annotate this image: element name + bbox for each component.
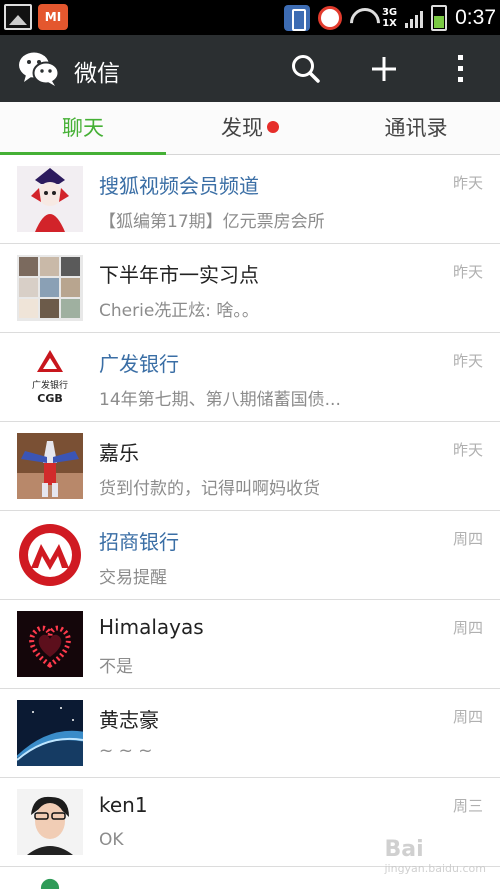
battery-charging-icon xyxy=(431,5,448,31)
app-header: 微信 xyxy=(0,35,500,102)
new-badge-dot xyxy=(267,121,279,133)
chat-name: 搜狐视频会员频道 xyxy=(99,174,259,198)
wifi-icon xyxy=(350,8,374,28)
tab-chats[interactable]: 聊天 xyxy=(0,102,166,156)
tab-contacts-label: 通讯录 xyxy=(384,116,448,140)
cgb-bank-logo: 广发银行 CGB xyxy=(17,344,83,410)
vibrate-mode-icon xyxy=(283,5,310,31)
group-avatar xyxy=(17,255,83,321)
network-3g-label: 3G xyxy=(381,7,398,18)
watermark-url: jingyan.baidu.com xyxy=(384,862,486,875)
chat-item-cgb-bank[interactable]: 广发银行 CGB 广发银行 14年第七期、第八期储蓄国债... 昨天 xyxy=(0,333,500,422)
chat-name: 下半年市一实习点 xyxy=(99,263,259,287)
chat-preview: 不是 xyxy=(99,657,133,677)
chat-preview: 货到付款的，记得叫啊妈收货 xyxy=(99,479,320,499)
cgb-logo-letters: CGB xyxy=(37,392,63,405)
avatar xyxy=(17,433,83,499)
avatar xyxy=(40,878,60,889)
tab-contacts[interactable]: 通讯录 xyxy=(333,102,499,155)
baidu-jingyan-watermark: Bai jingyan.baidu.com xyxy=(384,837,486,875)
plus-icon[interactable] xyxy=(364,49,404,89)
network-1x-label: 1X xyxy=(382,18,397,29)
chat-name: 招商银行 xyxy=(99,530,179,554)
app-title: 微信 xyxy=(74,61,120,87)
chat-name: 广发银行 xyxy=(99,352,179,376)
wechat-logo-icon xyxy=(19,52,60,86)
tab-chats-label: 聊天 xyxy=(62,116,104,140)
chat-name: 黄志豪 xyxy=(99,708,159,732)
chat-item-cmb-bank[interactable]: 招商银行 交易提醒 周四 xyxy=(0,511,500,600)
chat-item-jiale[interactable]: 嘉乐 货到付款的，记得叫啊妈收货 昨天 xyxy=(0,422,500,511)
chat-preview: 14年第七期、第八期储蓄国债... xyxy=(99,390,341,410)
network-type-indicator: 3G 1X xyxy=(382,7,397,29)
chat-preview: OK xyxy=(99,830,124,850)
search-icon[interactable] xyxy=(286,49,326,89)
chat-time: 周四 xyxy=(452,708,483,726)
chat-item-himalayas[interactable]: Himalayas 不是 周四 xyxy=(0,600,500,689)
chat-preview: Cherie冼正炫: 啥。。 xyxy=(99,301,259,321)
signal-strength-icon xyxy=(405,8,424,28)
status-bar: MI 3G 1X 0:37 xyxy=(0,0,500,35)
chat-name: Himalayas xyxy=(99,615,204,639)
chat-list: 搜狐视频会员频道 【狐编第17期】亿元票房会所 昨天 下半年市一实习点 Cher… xyxy=(0,155,500,889)
chat-item-group-internship[interactable]: 下半年市一实习点 Cherie冼正炫: 啥。。 昨天 xyxy=(0,244,500,333)
avatar xyxy=(17,700,83,766)
chat-time: 昨天 xyxy=(452,174,483,192)
chat-time: 昨天 xyxy=(452,263,483,281)
tab-discover-label: 发现 xyxy=(221,116,263,140)
main-tabs: 聊天 发现 通讯录 xyxy=(0,102,500,156)
cmb-bank-logo xyxy=(17,522,83,588)
chat-name: ken1 xyxy=(99,793,148,817)
chat-preview: 交易提醒 xyxy=(99,568,167,588)
chat-time: 周三 xyxy=(452,797,483,815)
chat-time: 昨天 xyxy=(452,352,483,370)
avatar xyxy=(17,611,83,677)
chat-item-huangzhihao[interactable]: 黄志豪 ~ ~ ~ 周四 xyxy=(0,689,500,778)
chat-item-sohu-video[interactable]: 搜狐视频会员频道 【狐编第17期】亿元票房会所 昨天 xyxy=(0,155,500,244)
alarm-clock-icon xyxy=(317,6,342,30)
chat-time: 昨天 xyxy=(452,441,483,459)
chat-time: 周四 xyxy=(452,530,483,548)
status-time: 0:37 xyxy=(455,6,496,29)
chat-preview: ~ ~ ~ xyxy=(99,741,153,761)
avatar xyxy=(17,789,83,855)
chat-time: 周四 xyxy=(452,619,483,637)
avatar xyxy=(17,166,83,232)
mi-notification-icon: MI xyxy=(38,4,68,30)
chat-name: 嘉乐 xyxy=(99,441,139,465)
more-vertical-icon[interactable] xyxy=(441,49,481,89)
watermark-text: Bai xyxy=(384,837,424,862)
tab-discover[interactable]: 发现 xyxy=(167,102,333,155)
chat-preview: 【狐编第17期】亿元票房会所 xyxy=(99,212,325,232)
cgb-logo-chinese: 广发银行 xyxy=(32,379,68,391)
gallery-notification-icon xyxy=(4,4,32,30)
